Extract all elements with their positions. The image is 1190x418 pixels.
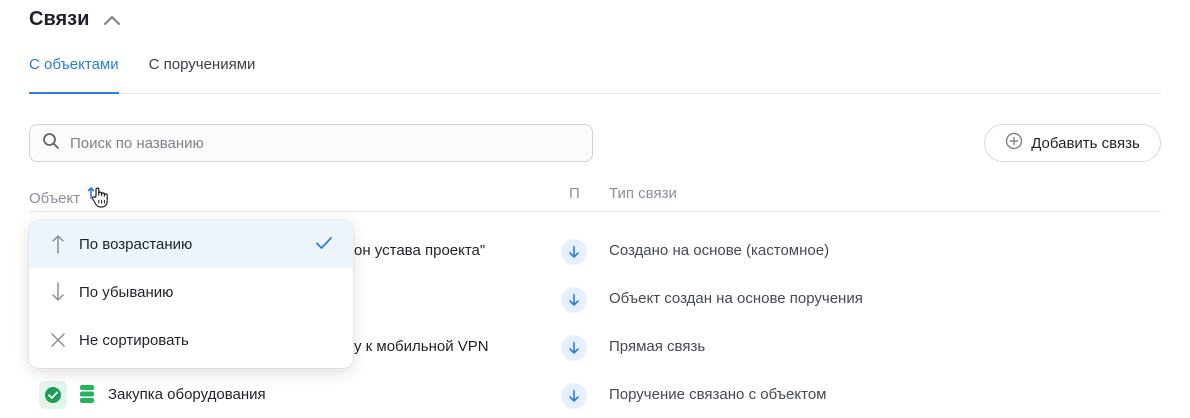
check-circle-icon: [39, 381, 67, 409]
chevron-up-icon[interactable]: [101, 9, 123, 31]
row-object-name[interactable]: он устава проекта": [354, 242, 485, 259]
search-box[interactable]: [29, 124, 593, 162]
arrow-down-icon: [49, 281, 67, 303]
sort-option-descending[interactable]: По убыванию: [29, 268, 353, 316]
tab-objects[interactable]: С объектами: [29, 48, 119, 94]
row-link-type: Прямая связь: [609, 338, 706, 355]
table-header: Объект П Тип связи: [29, 178, 1161, 212]
header-p: П: [569, 185, 580, 202]
arrow-down-icon: [561, 239, 587, 265]
search-input[interactable]: [70, 134, 570, 152]
check-icon: [315, 235, 333, 255]
database-icon: [79, 384, 95, 409]
arrow-up-icon: [49, 233, 67, 255]
tab-assignments[interactable]: С поручениями: [149, 48, 256, 94]
row-object-name[interactable]: у к мобильной VPN: [354, 338, 489, 355]
arrow-down-icon: [561, 383, 587, 409]
header-link-type: Тип связи: [609, 185, 677, 202]
close-icon: [49, 329, 67, 351]
sort-option-label: По убыванию: [79, 283, 174, 301]
sort-option-none[interactable]: Не сортировать: [29, 316, 353, 364]
section-title: Связи: [29, 8, 90, 30]
plus-circle-icon: [1005, 132, 1023, 154]
section-header: Связи: [29, 8, 123, 31]
add-link-button[interactable]: Добавить связь: [984, 124, 1161, 162]
sort-option-label: Не сортировать: [79, 331, 189, 349]
table-row[interactable]: Закупка оборудования Поручение связано с…: [29, 372, 1161, 418]
arrow-down-icon: [561, 335, 587, 361]
row-link-type: Объект создан на основе поручения: [609, 290, 863, 307]
row-object-name[interactable]: Закупка оборудования: [108, 386, 266, 403]
arrow-down-icon: [561, 287, 587, 313]
sort-option-label: По возрастанию: [79, 235, 193, 253]
add-link-label: Добавить связь: [1031, 134, 1140, 152]
search-icon: [42, 132, 60, 155]
row-link-type: Поручение связано с объектом: [609, 386, 827, 403]
sort-dropdown: По возрастанию По убыванию Не сортироват…: [29, 220, 353, 368]
header-object[interactable]: Объект: [29, 185, 112, 211]
tabs: С объектами С поручениями: [29, 48, 1161, 94]
sort-option-ascending[interactable]: По возрастанию: [29, 220, 353, 268]
header-object-label: Объект: [29, 189, 81, 207]
row-link-type: Создано на основе (кастомное): [609, 242, 830, 259]
sort-ascending-icon[interactable]: [86, 185, 112, 211]
